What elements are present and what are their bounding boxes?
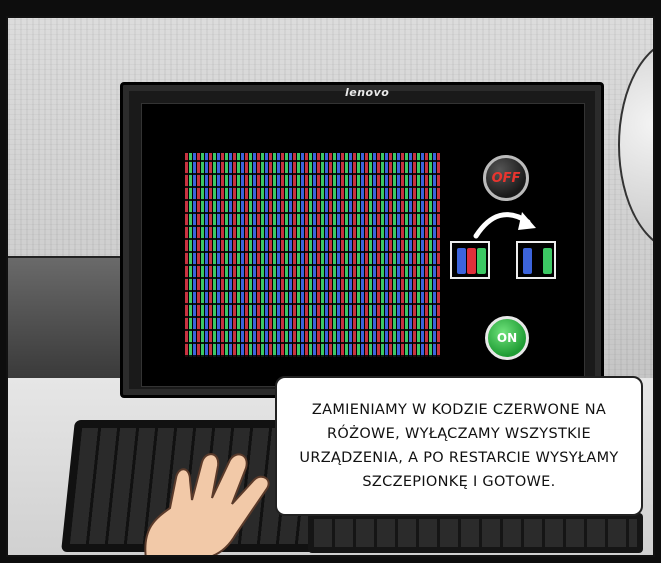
red-subpixel <box>467 248 476 274</box>
speech-line: RÓŻOWE, WYŁĄCZAMY WSZYSTKIE <box>327 426 591 442</box>
speech-line: SZCZEPIONKĘ I GOTOWE. <box>362 474 556 490</box>
pixel-before-icon <box>450 241 490 279</box>
speech-bubble: ZAMIENIAMY W KODZIE CZERWONE NA RÓŻOWE, … <box>275 376 643 516</box>
green-subpixel <box>543 248 552 274</box>
off-button-label: OFF <box>491 170 521 186</box>
pixel-after-icon <box>516 241 556 279</box>
blue-subpixel <box>523 248 532 274</box>
comic-panel: lenovo OFF ON ZAMIENIAMY W KODZIE CZERWO… <box>6 16 655 557</box>
blue-subpixel <box>457 248 466 274</box>
keyboard-keys <box>314 519 637 547</box>
keyboard-right <box>308 513 643 553</box>
monitor-brand-label: lenovo <box>345 86 390 99</box>
empty-subpixel <box>533 248 542 274</box>
rgb-pixel-grid <box>185 153 441 357</box>
green-subpixel <box>477 248 486 274</box>
comic-frame: lenovo OFF ON ZAMIENIAMY W KODZIE CZERWO… <box>0 0 661 563</box>
speech-bubble-text: ZAMIENIAMY W KODZIE CZERWONE NA RÓŻOWE, … <box>299 398 618 494</box>
off-button[interactable]: OFF <box>483 155 529 201</box>
on-button[interactable]: ON <box>485 316 529 360</box>
speech-line: ZAMIENIAMY W KODZIE CZERWONE NA <box>311 402 607 418</box>
hand-icon <box>144 453 270 555</box>
speech-line: URZĄDZENIA, A PO RESTARCIE WYSYŁAMY <box>299 450 619 466</box>
on-button-label: ON <box>496 331 518 345</box>
monitor-screen: OFF ON <box>141 103 585 387</box>
monitor: lenovo OFF ON <box>120 82 604 398</box>
curved-arrow-icon <box>473 212 536 239</box>
